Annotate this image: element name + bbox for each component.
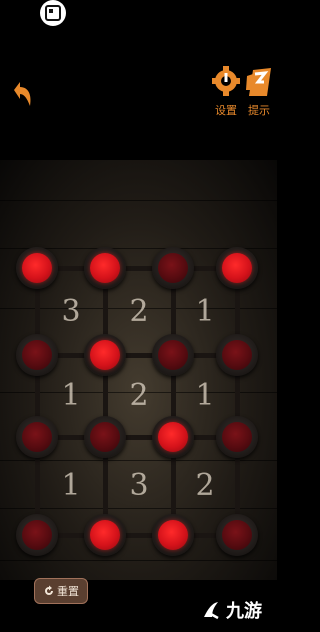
lamp-node[interactable] xyxy=(152,334,194,376)
grid-line-horizontal xyxy=(37,266,237,271)
lamp-node[interactable] xyxy=(84,416,126,458)
lamp-node[interactable] xyxy=(84,334,126,376)
cell-clue: 2 xyxy=(129,293,149,329)
lamp-node[interactable] xyxy=(84,514,126,556)
lamp-node[interactable] xyxy=(216,247,258,289)
grid-line-horizontal xyxy=(37,435,237,440)
cell-clue: 1 xyxy=(195,293,215,329)
lamp-lit xyxy=(222,253,252,283)
lamp-node[interactable] xyxy=(16,514,58,556)
lamp-lit xyxy=(158,520,188,550)
lamp-node[interactable] xyxy=(16,334,58,376)
lamp-lit xyxy=(90,253,120,283)
brand-logo-icon xyxy=(204,602,219,620)
lamp-unlit xyxy=(158,340,188,370)
gear-icon xyxy=(212,66,240,96)
reset-label: 重置 xyxy=(57,585,79,598)
wood-plank-seam xyxy=(0,560,277,561)
lamp-node[interactable] xyxy=(16,247,58,289)
hint-button[interactable]: 提示 xyxy=(244,66,274,120)
game-screen: 设置 提示 3 2 1 1 2 1 1 3 2 重置 九游 xyxy=(0,0,277,632)
puzzle-board: 3 2 1 1 2 1 1 3 2 xyxy=(0,160,277,580)
lamp-node[interactable] xyxy=(16,416,58,458)
cell-clue: 2 xyxy=(195,468,215,503)
lamp-lit xyxy=(90,520,120,550)
watermark: 九游 xyxy=(200,597,262,623)
lamp-node[interactable] xyxy=(216,334,258,376)
lamp-lit xyxy=(158,422,188,452)
cell-clue: 1 xyxy=(61,468,81,503)
back-button[interactable] xyxy=(8,78,38,110)
lamp-unlit xyxy=(22,340,52,370)
grid-line-vertical xyxy=(171,268,176,535)
reset-button[interactable]: 重置 xyxy=(34,578,88,604)
cell-clue: 3 xyxy=(61,293,81,329)
lamp-unlit xyxy=(22,520,52,550)
grid-line-horizontal xyxy=(37,533,237,538)
lamp-node[interactable] xyxy=(84,247,126,289)
lamp-unlit xyxy=(222,340,252,370)
back-arrow-icon xyxy=(14,82,31,106)
cell-clue: 1 xyxy=(61,378,81,413)
grid-line-vertical xyxy=(35,268,40,535)
hint-card-icon xyxy=(246,68,271,96)
wood-plank-seam xyxy=(0,200,277,201)
lamp-node[interactable] xyxy=(152,416,194,458)
watermark-text: 九游 xyxy=(226,601,262,622)
lamp-lit xyxy=(90,340,120,370)
lamp-unlit xyxy=(22,422,52,452)
grid-line-vertical xyxy=(103,268,108,535)
lamp-node[interactable] xyxy=(152,514,194,556)
settings-label: 设置 xyxy=(215,104,237,117)
lamp-unlit xyxy=(158,253,188,283)
lamp-unlit xyxy=(222,520,252,550)
settings-button[interactable]: 设置 xyxy=(211,66,241,120)
hint-label: 提示 xyxy=(248,104,270,117)
lamp-unlit xyxy=(90,422,120,452)
cell-clue: 1 xyxy=(195,378,215,413)
lamp-node[interactable] xyxy=(216,514,258,556)
grid-line-vertical xyxy=(235,268,240,535)
lamp-node[interactable] xyxy=(216,416,258,458)
grid-line-horizontal xyxy=(37,353,237,358)
cell-clue: 2 xyxy=(129,378,149,413)
cell-clue: 3 xyxy=(129,468,149,503)
refresh-icon xyxy=(45,585,53,595)
lamp-unlit xyxy=(222,422,252,452)
lamp-node[interactable] xyxy=(152,247,194,289)
lamp-lit xyxy=(22,253,52,283)
app-badge-icon[interactable] xyxy=(40,0,66,26)
